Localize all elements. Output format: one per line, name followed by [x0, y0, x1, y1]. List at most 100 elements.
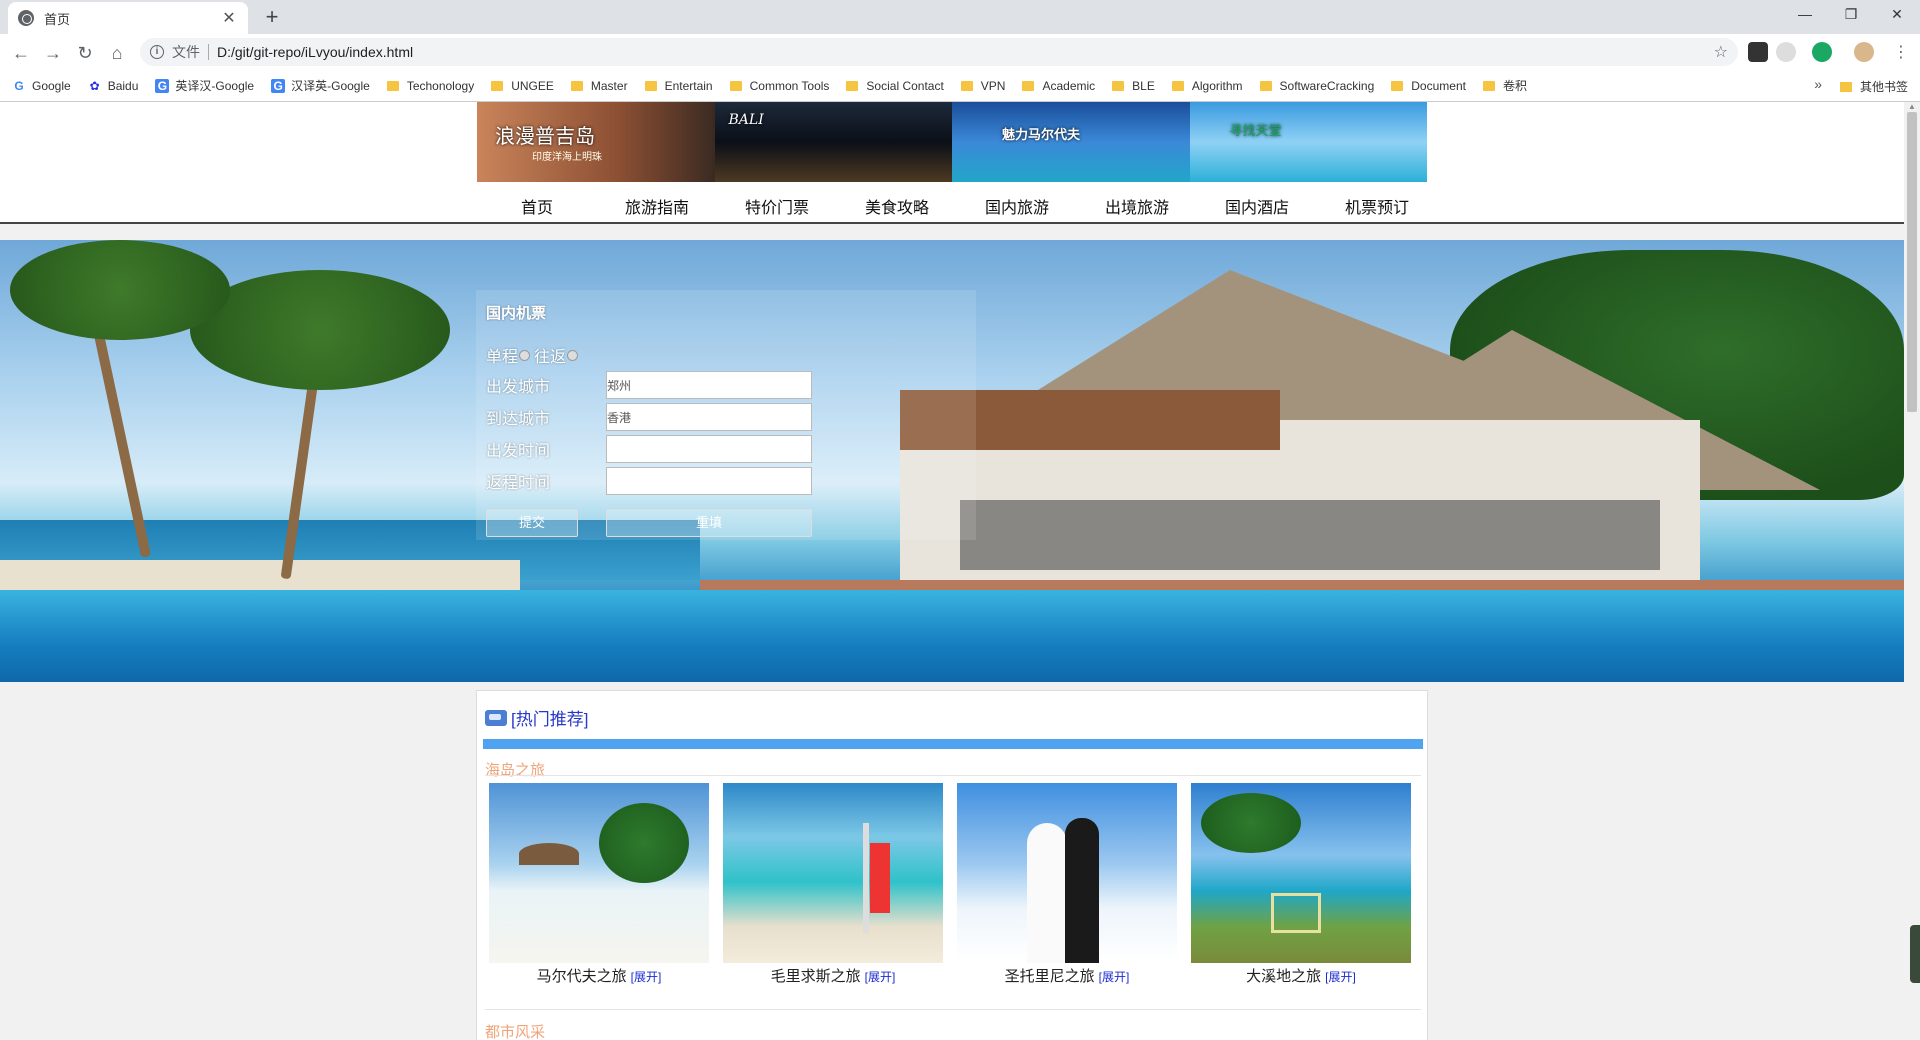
extension-icon[interactable] — [1776, 42, 1796, 62]
bookmarks-overflow-button[interactable]: » — [1814, 76, 1822, 92]
return-time-input[interactable] — [606, 467, 812, 495]
one-way-radio[interactable] — [519, 349, 531, 361]
depart-time-input[interactable] — [606, 435, 812, 463]
bookmark-baidu[interactable]: ✿ Baidu — [88, 79, 139, 93]
reload-icon[interactable]: ↻ — [72, 40, 98, 66]
round-trip-radio[interactable] — [567, 349, 579, 361]
hot-recommend-title[interactable]: [热门推荐] — [511, 705, 588, 730]
round-trip-label: 往返 — [534, 349, 567, 366]
new-tab-button[interactable]: + — [258, 4, 286, 32]
minimize-button[interactable]: — — [1782, 0, 1828, 30]
expand-link[interactable]: [展开] — [865, 970, 896, 984]
return-time-row: 返程时间 — [486, 465, 966, 497]
depart-city-label: 出发城市 — [486, 379, 551, 396]
bookmark-folder[interactable]: Algorithm — [1171, 79, 1243, 93]
google-icon: G — [14, 78, 24, 93]
banner-caption: BALI — [728, 112, 764, 128]
folder-icon — [1482, 80, 1495, 91]
nav-domestic-hotels[interactable]: 国内酒店 — [1197, 196, 1317, 222]
depart-city-row: 出发城市 — [486, 369, 966, 401]
bookmark-star-icon[interactable]: ☆ — [1714, 42, 1728, 62]
grammarly-icon[interactable] — [1812, 42, 1832, 62]
banner-phuket[interactable]: 浪漫普吉岛 印度洋海上明珠 — [477, 102, 715, 182]
card-title[interactable]: 大溪地之旅 — [1246, 968, 1321, 985]
tahiti-photo[interactable] — [1191, 783, 1411, 963]
bookmark-folder[interactable]: UNGEE — [491, 79, 554, 93]
banner-bali[interactable]: BALI — [714, 102, 952, 182]
expand-link[interactable]: [展开] — [631, 970, 662, 984]
bookmark-folder[interactable]: 卷积 — [1482, 77, 1527, 94]
nav-outbound-travel[interactable]: 出境旅游 — [1077, 196, 1197, 222]
menu-icon[interactable]: ⋮ — [1888, 40, 1914, 66]
bookmark-folder[interactable]: Techonology — [386, 78, 475, 93]
bookmark-folder[interactable]: Document — [1391, 79, 1466, 93]
info-icon[interactable]: i — [150, 45, 164, 59]
extension-icon[interactable] — [1748, 42, 1768, 62]
bookmark-folder[interactable]: SoftwareCracking — [1259, 78, 1375, 93]
bookmark-translate-zh-en[interactable]: G 汉译英-Google — [271, 77, 370, 94]
santorini-photo[interactable] — [957, 783, 1177, 963]
bookmark-label: SoftwareCracking — [1279, 78, 1375, 93]
card-title[interactable]: 马尔代夫之旅 — [537, 968, 627, 985]
bookmark-folder[interactable]: VPN — [960, 79, 1005, 93]
browser-tab[interactable]: 首页 ✕ — [8, 2, 248, 34]
folder-icon — [1391, 80, 1404, 91]
close-window-button[interactable]: ✕ — [1874, 0, 1920, 30]
banner-paradise[interactable]: 寻找天堂 — [1189, 102, 1427, 182]
section-title-islands: 海岛之旅 — [485, 762, 546, 779]
bookmark-label: Master — [590, 78, 628, 93]
bookmark-label: Techonology — [406, 78, 475, 93]
bookmark-label: BLE — [1132, 78, 1155, 93]
folder-icon — [960, 80, 973, 91]
bookmark-label: Academic — [1042, 78, 1096, 93]
section-divider — [485, 775, 1421, 776]
folder-icon — [1839, 81, 1852, 92]
expand-link[interactable]: [展开] — [1099, 970, 1130, 984]
address-bar[interactable]: i 文件 D:/git/git-repo/iLvyou/index.html ☆ — [140, 38, 1738, 66]
hot-recommend-panel: [热门推荐] 海岛之旅 马尔代夫之旅 [展开] 毛里求斯之旅 [展开] 圣托里尼… — [476, 690, 1428, 1040]
nav-home[interactable]: 首页 — [477, 196, 597, 222]
bookmark-folder[interactable]: Social Contact — [846, 79, 944, 93]
bookmark-label: Entertain — [664, 78, 713, 93]
palm-leaves — [10, 240, 230, 340]
nav-travel-guide[interactable]: 旅游指南 — [597, 196, 717, 222]
bookmark-folder[interactable]: Entertain — [644, 78, 713, 93]
home-icon[interactable]: ⌂ — [104, 40, 130, 66]
card-title[interactable]: 毛里求斯之旅 — [771, 968, 861, 985]
baidu-icon: ✿ — [89, 78, 100, 93]
back-icon[interactable]: ← — [8, 40, 34, 66]
close-tab-icon[interactable]: ✕ — [220, 8, 238, 28]
profile-avatar[interactable] — [1854, 42, 1874, 62]
nav-flight-booking[interactable]: 机票预订 — [1317, 196, 1437, 222]
bookmark-google[interactable]: G Google — [12, 78, 70, 93]
banner-maldives[interactable]: 魅力马尔代夫 — [952, 102, 1190, 182]
scroll-up-icon[interactable]: ▲ — [1908, 102, 1916, 111]
nav-discount-tickets[interactable]: 特价门票 — [717, 196, 837, 222]
card-title[interactable]: 圣托里尼之旅 — [1005, 968, 1095, 985]
maldives-photo[interactable] — [489, 783, 709, 963]
translate-icon: G — [271, 78, 286, 93]
bride-shape — [1027, 823, 1067, 963]
bookmark-folder[interactable]: Academic — [1022, 79, 1095, 93]
bookmark-folder[interactable]: BLE — [1112, 79, 1155, 93]
island-cards: 马尔代夫之旅 [展开] 毛里求斯之旅 [展开] 圣托里尼之旅 [展开] 大溪地之… — [489, 783, 1429, 986]
submit-button[interactable]: 提交 — [486, 509, 578, 537]
bookmark-folder[interactable]: Master — [570, 78, 628, 93]
scroll-thumb[interactable] — [1907, 112, 1917, 412]
bookmark-folder[interactable]: Common Tools — [729, 79, 829, 93]
depart-city-input[interactable] — [606, 371, 812, 399]
bookmark-label: 其他书签 — [1859, 80, 1908, 94]
nav-food-guide[interactable]: 美食攻略 — [837, 196, 957, 222]
bookmark-translate-en-zh[interactable]: G 英译汉-Google — [155, 77, 254, 94]
nav-domestic-travel[interactable]: 国内旅游 — [957, 196, 1077, 222]
page-scrollbar[interactable]: ▲ — [1904, 102, 1920, 1040]
arrive-city-input[interactable] — [606, 403, 812, 431]
expand-link[interactable]: [展开] — [1325, 970, 1356, 984]
house-lounge — [960, 500, 1660, 570]
forward-icon[interactable]: → — [40, 40, 66, 66]
side-widget-tab[interactable] — [1910, 925, 1920, 983]
restore-button[interactable]: ❐ — [1828, 0, 1874, 30]
reset-button[interactable]: 重填 — [606, 509, 812, 537]
other-bookmarks[interactable]: 其他书签 — [1839, 78, 1908, 95]
mauritius-photo[interactable] — [723, 783, 943, 963]
